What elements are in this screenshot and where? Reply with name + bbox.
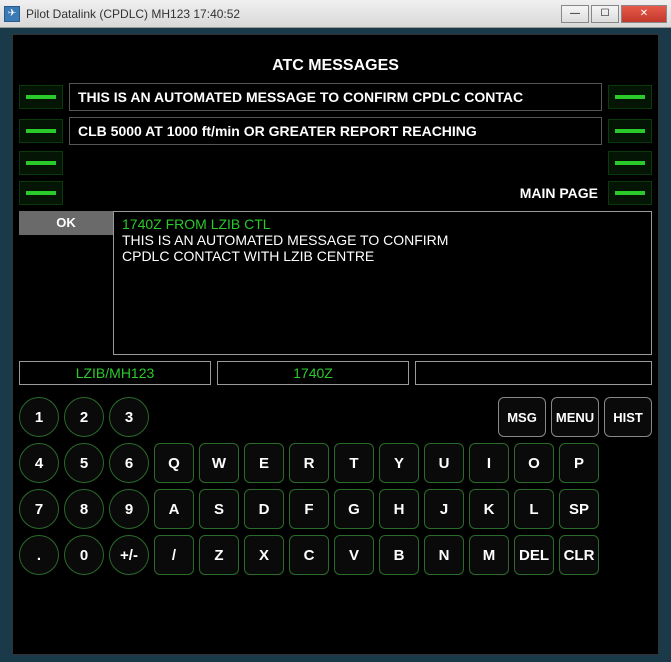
key-clr[interactable]: CLR: [559, 535, 599, 575]
window-title: Pilot Datalink (CPDLC) MH123 17:40:52: [26, 7, 561, 21]
lsk-left-4[interactable]: [19, 181, 63, 205]
display-line1: THIS IS AN AUTOMATED MESSAGE TO CONFIRM: [122, 232, 643, 248]
message-row-1: THIS IS AN AUTOMATED MESSAGE TO CONFIRM …: [19, 83, 652, 111]
lsk-row-3: [19, 151, 652, 175]
key-c[interactable]: C: [289, 535, 329, 575]
key-y[interactable]: Y: [379, 443, 419, 483]
key-1[interactable]: 1: [19, 397, 59, 437]
key-f[interactable]: F: [289, 489, 329, 529]
key-u[interactable]: U: [424, 443, 464, 483]
maximize-button[interactable]: ☐: [591, 5, 619, 23]
display-line2: CPDLC CONTACT WITH LZIB CENTRE: [122, 248, 643, 264]
key-del[interactable]: DEL: [514, 535, 554, 575]
lsk-right-1[interactable]: [608, 85, 652, 109]
key-i[interactable]: I: [469, 443, 509, 483]
key-dot[interactable]: .: [19, 535, 59, 575]
key-msg[interactable]: MSG: [498, 397, 546, 437]
key-3[interactable]: 3: [109, 397, 149, 437]
key-r[interactable]: R: [289, 443, 329, 483]
app-panel: ATC MESSAGES THIS IS AN AUTOMATED MESSAG…: [12, 34, 659, 655]
message-text-2: CLB 5000 AT 1000 ft/min OR GREATER REPOR…: [69, 117, 602, 145]
key-o[interactable]: O: [514, 443, 554, 483]
key-m[interactable]: M: [469, 535, 509, 575]
close-button[interactable]: ✕: [621, 5, 667, 23]
lsk-row-4: MAIN PAGE: [19, 181, 652, 205]
key-e[interactable]: E: [244, 443, 284, 483]
status-time: 1740Z: [217, 361, 409, 385]
message-row-2: CLB 5000 AT 1000 ft/min OR GREATER REPOR…: [19, 117, 652, 145]
main-page-label: MAIN PAGE: [69, 185, 602, 201]
lsk-right-main-page[interactable]: [608, 181, 652, 205]
window-titlebar: ✈ Pilot Datalink (CPDLC) MH123 17:40:52 …: [0, 0, 671, 28]
lsk-right-3[interactable]: [608, 151, 652, 175]
message-text-1: THIS IS AN AUTOMATED MESSAGE TO CONFIRM …: [69, 83, 602, 111]
key-b[interactable]: B: [379, 535, 419, 575]
lsk-left-2[interactable]: [19, 119, 63, 143]
status-scratchpad: [415, 361, 652, 385]
key-t[interactable]: T: [334, 443, 374, 483]
key-k[interactable]: K: [469, 489, 509, 529]
key-h[interactable]: H: [379, 489, 419, 529]
lsk-left-3[interactable]: [19, 151, 63, 175]
key-x[interactable]: X: [244, 535, 284, 575]
key-v[interactable]: V: [334, 535, 374, 575]
app-icon: ✈: [4, 6, 20, 22]
key-q[interactable]: Q: [154, 443, 194, 483]
status-row: LZIB/MH123 1740Z: [19, 361, 652, 385]
key-j[interactable]: J: [424, 489, 464, 529]
key-slash[interactable]: /: [154, 535, 194, 575]
key-d[interactable]: D: [244, 489, 284, 529]
key-p[interactable]: P: [559, 443, 599, 483]
lsk-right-2[interactable]: [608, 119, 652, 143]
response-area: OK 1740Z FROM LZIB CTL THIS IS AN AUTOMA…: [19, 211, 652, 355]
key-z[interactable]: Z: [199, 535, 239, 575]
key-s[interactable]: S: [199, 489, 239, 529]
key-menu[interactable]: MENU: [551, 397, 599, 437]
ok-button[interactable]: OK: [19, 211, 113, 235]
key-g[interactable]: G: [334, 489, 374, 529]
key-n[interactable]: N: [424, 535, 464, 575]
key-l[interactable]: L: [514, 489, 554, 529]
key-4[interactable]: 4: [19, 443, 59, 483]
minimize-button[interactable]: —: [561, 5, 589, 23]
message-display: 1740Z FROM LZIB CTL THIS IS AN AUTOMATED…: [113, 211, 652, 355]
window-controls: — ☐ ✕: [561, 5, 667, 23]
key-w[interactable]: W: [199, 443, 239, 483]
display-header: 1740Z FROM LZIB CTL: [122, 216, 643, 232]
key-a[interactable]: A: [154, 489, 194, 529]
key-sp[interactable]: SP: [559, 489, 599, 529]
page-title: ATC MESSAGES: [19, 35, 652, 83]
key-9[interactable]: 9: [109, 489, 149, 529]
key-plusminus[interactable]: +/-: [109, 535, 149, 575]
key-hist[interactable]: HIST: [604, 397, 652, 437]
key-0[interactable]: 0: [64, 535, 104, 575]
key-8[interactable]: 8: [64, 489, 104, 529]
key-5[interactable]: 5: [64, 443, 104, 483]
key-2[interactable]: 2: [64, 397, 104, 437]
key-6[interactable]: 6: [109, 443, 149, 483]
lsk-left-1[interactable]: [19, 85, 63, 109]
key-7[interactable]: 7: [19, 489, 59, 529]
status-station: LZIB/MH123: [19, 361, 211, 385]
keyboard: 1 2 3 MSG MENU HIST 4 5 6 Q W E R T Y U …: [19, 397, 652, 575]
